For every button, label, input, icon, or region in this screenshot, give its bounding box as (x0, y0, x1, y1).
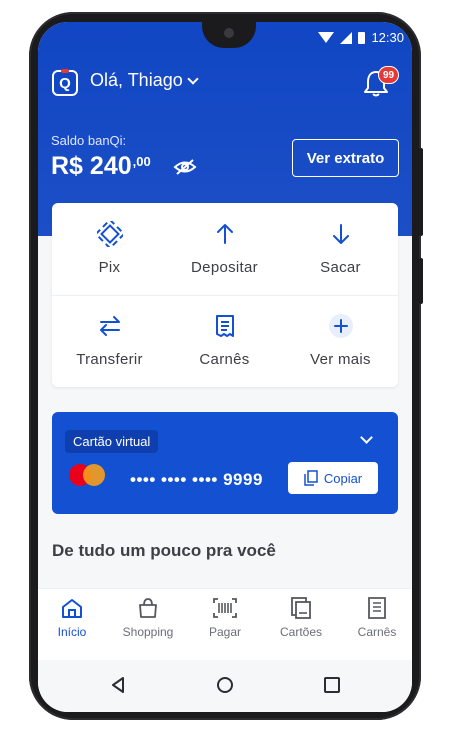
status-time: 12:30 (371, 30, 404, 45)
back-icon[interactable] (110, 676, 126, 694)
action-ver-mais[interactable]: Ver mais (283, 295, 398, 387)
action-label: Sacar (320, 259, 361, 276)
shopping-bag-icon (139, 598, 157, 618)
bottom-navigation: Início Shopping Pagar Cartões Carnês (38, 588, 412, 660)
section-title: De tudo um pouco pra você (52, 541, 276, 560)
hide-balance-icon[interactable] (173, 158, 197, 176)
cell-signal-icon (340, 31, 353, 44)
balance-amount: R$ 240,00 (51, 152, 151, 181)
banqi-logo: Q (52, 69, 78, 96)
balance-cents: ,00 (132, 154, 151, 169)
action-pix[interactable]: Pix (52, 203, 167, 295)
nav-label: Pagar (208, 625, 242, 639)
quick-actions-panel: Pix Depositar Sacar Transferir Carnês Ve… (52, 203, 398, 387)
plus-icon (328, 314, 353, 338)
system-nav-bar (38, 660, 412, 712)
action-depositar[interactable]: Depositar (167, 203, 282, 295)
copy-icon (304, 470, 318, 486)
view-statement-button[interactable]: Ver extrato (292, 139, 399, 177)
battery-icon (358, 31, 366, 44)
nav-label: Início (57, 625, 87, 639)
nav-shopping[interactable]: Shopping (111, 597, 185, 639)
balance-currency: R$ (51, 152, 83, 180)
notification-badge: 99 (378, 66, 399, 84)
receipt-icon (215, 315, 234, 337)
nav-label: Shopping (122, 625, 174, 639)
recent-apps-icon[interactable] (323, 676, 341, 694)
cards-icon (291, 597, 311, 619)
app-screen: 12:30 Q Olá, Thiago 99 Saldo banQi: R$ 2… (38, 22, 412, 712)
action-label: Ver mais (310, 351, 371, 368)
front-camera (224, 28, 234, 38)
pix-icon (96, 221, 123, 247)
nav-pagar[interactable]: Pagar (188, 597, 262, 639)
action-label: Carnês (199, 351, 250, 368)
home-circle-icon[interactable] (216, 676, 234, 694)
card-number: •••• •••• •••• 9999 (130, 470, 263, 489)
action-sacar[interactable]: Sacar (283, 203, 398, 295)
barcode-scan-icon (213, 598, 237, 618)
action-label: Pix (98, 259, 121, 276)
virtual-card[interactable]: Cartão virtual •••• •••• •••• 9999 Copia… (52, 412, 398, 514)
action-carnes[interactable]: Carnês (167, 295, 282, 387)
wifi-icon (318, 32, 335, 43)
action-label: Depositar (191, 259, 258, 276)
volume-button (419, 148, 423, 236)
action-transferir[interactable]: Transferir (52, 295, 167, 387)
nav-carnes[interactable]: Carnês (340, 597, 412, 639)
account-switcher[interactable]: Olá, Thiago (90, 70, 199, 91)
home-icon (62, 599, 82, 618)
nav-inicio[interactable]: Início (38, 597, 109, 639)
receipt-icon (368, 597, 386, 619)
chevron-down-icon (187, 72, 199, 85)
chevron-down-icon[interactable] (360, 431, 373, 444)
virtual-card-tag: Cartão virtual (65, 430, 159, 453)
transfer-icon (99, 316, 120, 336)
copy-card-button[interactable]: Copiar (288, 462, 378, 494)
power-button (419, 258, 423, 304)
greeting-text: Olá, Thiago (90, 70, 183, 90)
status-bar: 12:30 (318, 30, 404, 45)
balance-label: Saldo banQi: (51, 133, 127, 148)
logo-letter: Q (59, 74, 71, 92)
copy-label: Copiar (323, 470, 363, 486)
nav-label: Carnês (357, 625, 397, 639)
arrow-up-icon (216, 224, 233, 244)
mastercard-logo (69, 464, 107, 486)
balance-integer: 240 (89, 152, 132, 180)
nav-label: Cartões (279, 625, 323, 639)
arrow-down-icon (332, 224, 349, 244)
nav-cartoes[interactable]: Cartões (264, 597, 338, 639)
action-label: Transferir (76, 351, 143, 368)
